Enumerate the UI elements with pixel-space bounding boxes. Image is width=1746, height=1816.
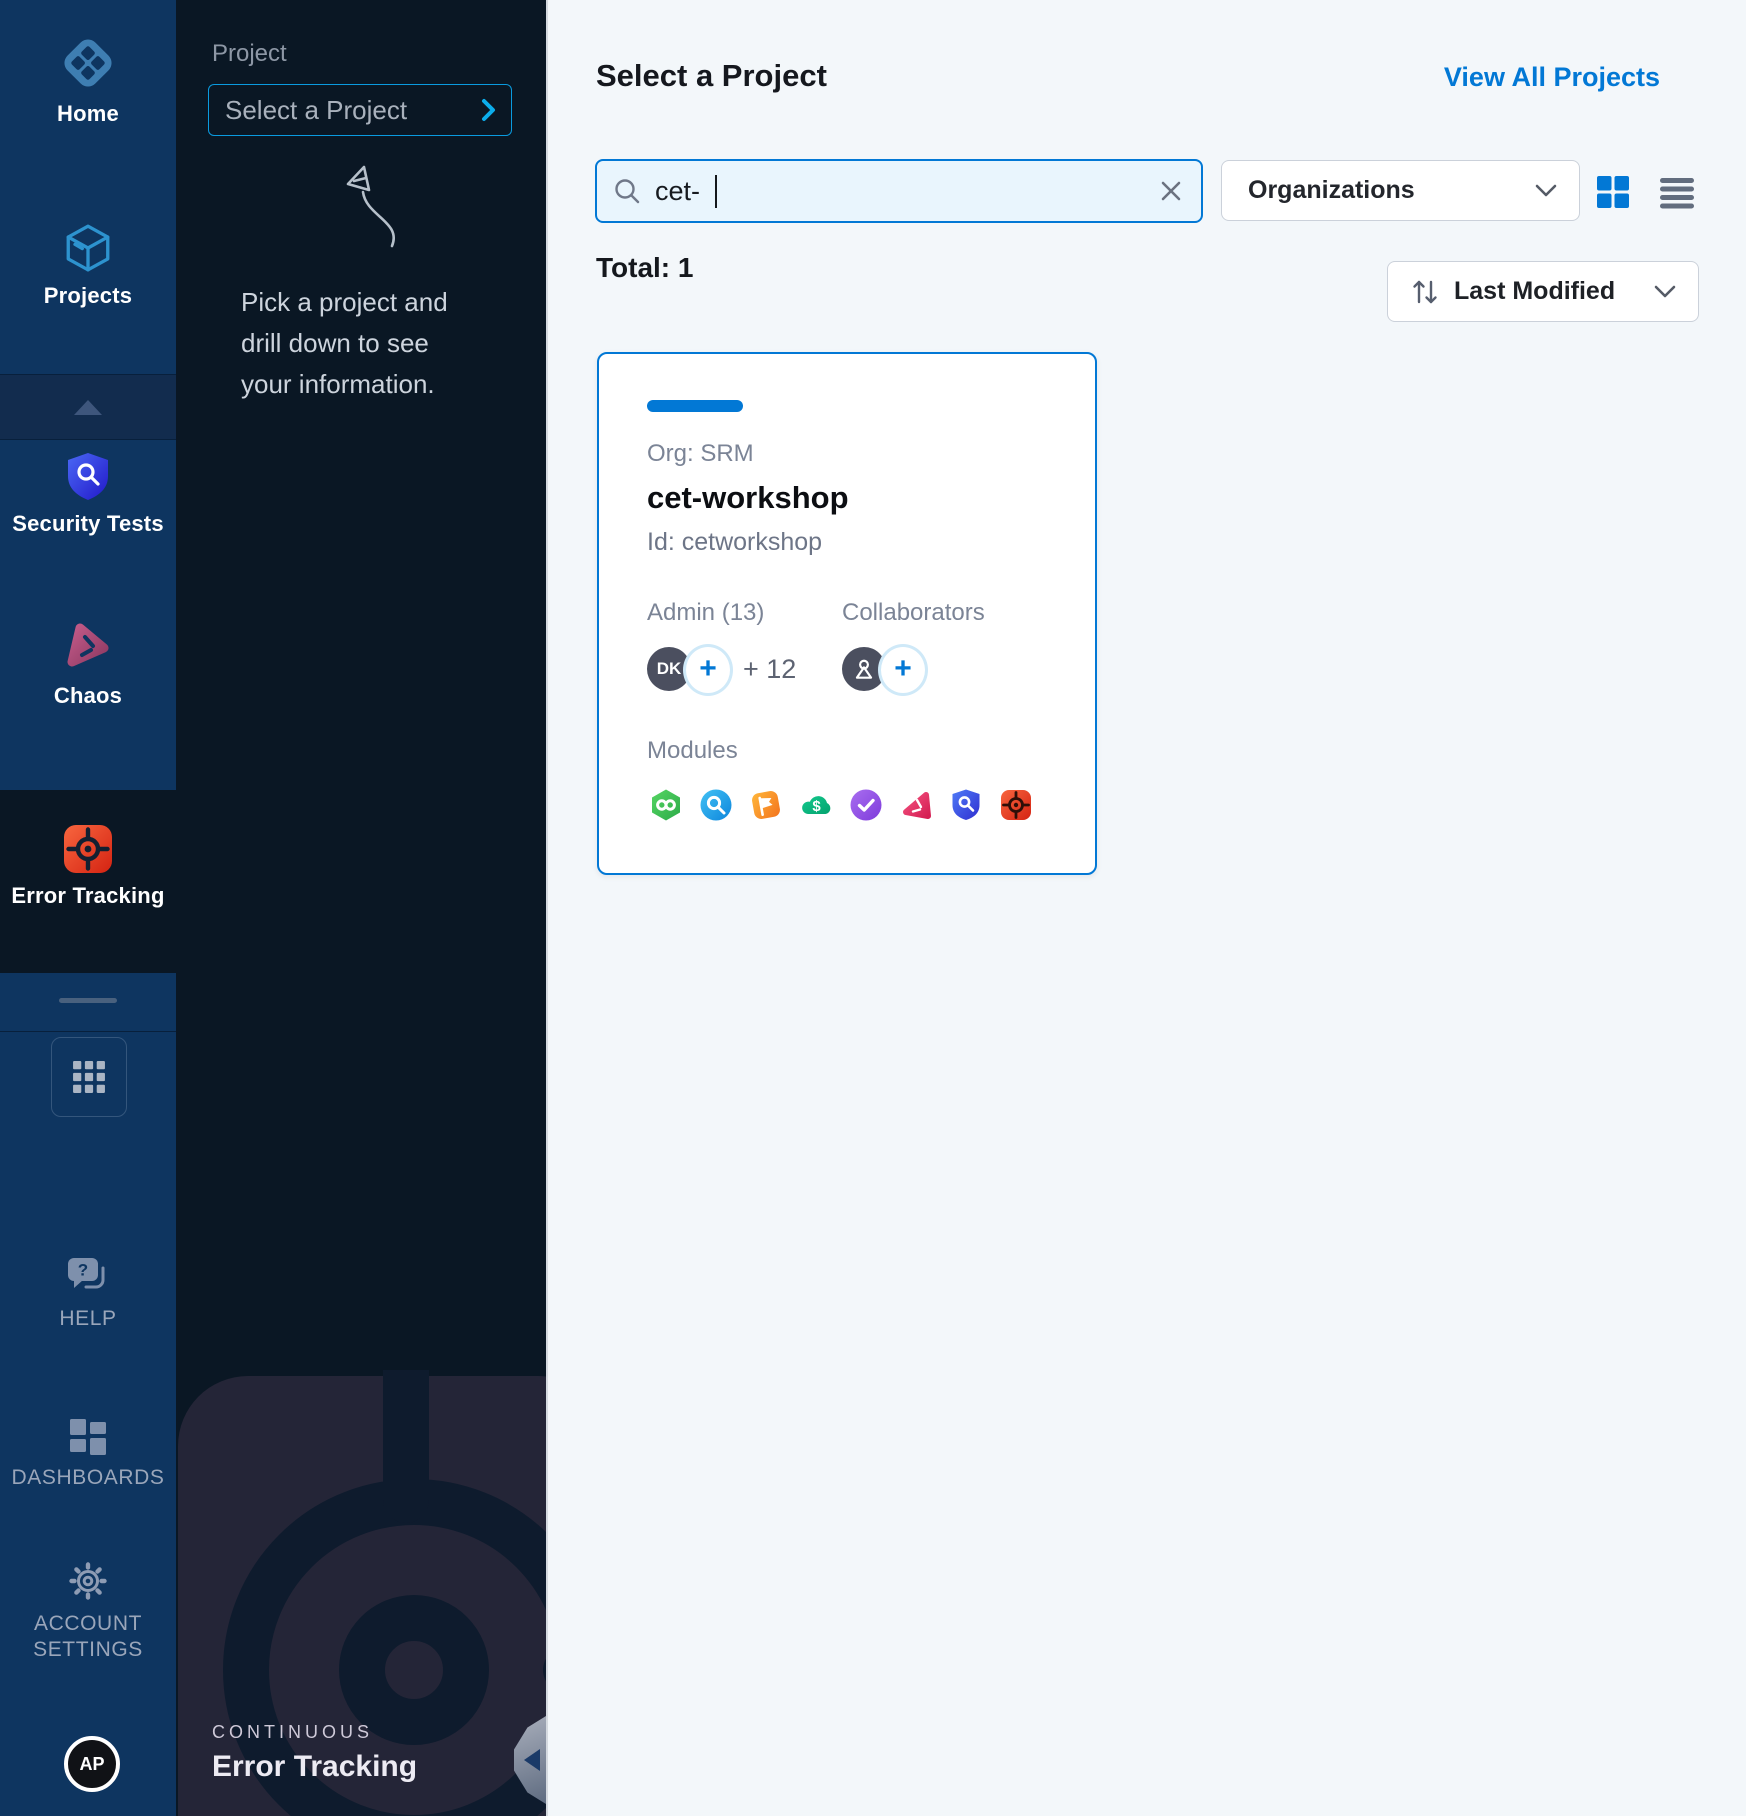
- search-icon: [613, 177, 641, 205]
- sidebar-item-dashboards[interactable]: DASHBOARDS: [0, 1418, 176, 1491]
- clear-search-icon[interactable]: [1159, 179, 1183, 203]
- sidebar-item-label: ACCOUNT SETTINGS: [33, 1611, 143, 1663]
- dashboards-tiles-icon: [69, 1418, 107, 1456]
- project-panel-label: Project: [212, 40, 287, 68]
- collaborators-label: Collaborators: [842, 599, 985, 627]
- sidebar-item-account-settings[interactable]: ACCOUNT SETTINGS: [0, 1560, 176, 1663]
- sidebar-item-home[interactable]: Home: [0, 34, 176, 127]
- select-a-project-dropdown[interactable]: Select a Project: [208, 84, 512, 136]
- sidebar-item-label: HELP: [59, 1306, 116, 1332]
- sidebar-item-help[interactable]: ? HELP: [0, 1255, 176, 1332]
- sidebar-item-label: Error Tracking: [11, 883, 164, 909]
- sidebar-item-label: Home: [57, 101, 119, 127]
- user-avatar[interactable]: AP: [64, 1736, 120, 1792]
- select-a-project-value: Select a Project: [225, 95, 481, 126]
- hint-line: your information.: [241, 364, 501, 405]
- admin-more-count: + 12: [743, 654, 796, 685]
- sort-value: Last Modified: [1454, 277, 1654, 306]
- module-ci-icon: [649, 788, 683, 822]
- add-collaborator-button[interactable]: +: [878, 644, 928, 696]
- module-srm-icon: [849, 788, 883, 822]
- account-line-2: SETTINGS: [33, 1638, 143, 1661]
- module-security-tests-icon: [949, 788, 983, 822]
- chevron-left-icon: [524, 1749, 540, 1771]
- pick-project-hint: Pick a project and drill down to see you…: [241, 282, 501, 405]
- grid-view-button[interactable]: [1596, 175, 1630, 209]
- view-all-projects-link[interactable]: View All Projects: [1444, 62, 1660, 93]
- brand-kicker: CONTINUOUS: [212, 1722, 417, 1743]
- chevron-right-icon: [481, 98, 497, 122]
- sidebar-item-chaos[interactable]: Chaos: [0, 620, 176, 709]
- search-input[interactable]: [653, 175, 1159, 208]
- card-project-id: Id: cetworkshop: [647, 528, 822, 557]
- card-accent-bar: [647, 400, 743, 412]
- apps-grid-icon: [71, 1059, 107, 1095]
- chaos-icon: [60, 620, 116, 674]
- total-count: Total: 1: [596, 252, 693, 284]
- harness-home-icon: [59, 34, 117, 92]
- sidebar-item-label: Projects: [44, 283, 132, 309]
- sort-dropdown[interactable]: Last Modified: [1387, 261, 1699, 322]
- organizations-filter-dropdown[interactable]: Organizations: [1221, 160, 1580, 221]
- module-feature-flags-icon: [749, 788, 783, 822]
- module-chaos-icon: [899, 788, 933, 822]
- modules-row: $: [649, 788, 1033, 822]
- collapse-modules-button[interactable]: [0, 374, 176, 440]
- page-title: Select a Project: [596, 58, 827, 94]
- organizations-filter-value: Organizations: [1248, 176, 1535, 205]
- chevron-down-icon: [1654, 285, 1676, 299]
- card-project-name: cet-workshop: [647, 480, 849, 516]
- gear-icon: [67, 1560, 109, 1602]
- svg-text:$: $: [812, 798, 821, 815]
- add-admin-button[interactable]: +: [683, 644, 733, 696]
- account-line-1: ACCOUNT: [34, 1612, 142, 1635]
- app-window: Home Projects Security Tests: [0, 0, 1746, 1816]
- sidebar-item-label: Security Tests: [12, 511, 164, 537]
- module-cloud-costs-icon: $: [799, 788, 833, 822]
- avatars-row: DK + + 12 +: [599, 644, 1095, 694]
- card-org: Org: SRM: [647, 440, 754, 468]
- main-content: Select a Project View All Projects Organ…: [546, 0, 1746, 1816]
- svg-text:?: ?: [78, 1261, 88, 1280]
- chevron-up-icon: [74, 400, 102, 415]
- hint-line: drill down to see: [241, 323, 501, 364]
- sidebar-item-error-tracking[interactable]: Error Tracking: [0, 790, 176, 973]
- projects-cube-icon: [62, 222, 114, 274]
- rail-divider-line: [0, 1031, 176, 1032]
- project-search-box: [595, 159, 1203, 223]
- modules-label: Modules: [647, 737, 738, 765]
- brand-title: Error Tracking: [212, 1750, 417, 1784]
- project-selector-panel: Project Select a Project Pick a project …: [176, 0, 546, 1816]
- list-view-icon: [1660, 175, 1694, 209]
- rail-divider-dash: [59, 998, 117, 1003]
- person-icon: [851, 656, 877, 682]
- sort-arrows-icon: [1410, 276, 1440, 308]
- grid-view-icon: [1596, 175, 1630, 209]
- module-error-tracking-icon: [999, 788, 1033, 822]
- sidebar-item-security-tests[interactable]: Security Tests: [0, 450, 176, 537]
- error-tracking-item-content: Error Tracking: [0, 824, 176, 909]
- hint-line: Pick a project and: [241, 282, 501, 323]
- project-card[interactable]: Org: SRM cet-workshop Id: cetworkshop Ad…: [597, 352, 1097, 875]
- error-tracking-target-icon: [63, 824, 113, 874]
- security-tests-shield-icon: [61, 450, 115, 502]
- hand-drawn-arrow-graphic: [326, 150, 412, 259]
- help-chat-icon: ?: [65, 1255, 111, 1297]
- list-view-button[interactable]: [1660, 175, 1694, 209]
- chevron-down-icon: [1535, 184, 1557, 198]
- sidebar-item-projects[interactable]: Projects: [0, 222, 176, 309]
- sidebar-item-label: Chaos: [54, 683, 122, 709]
- admin-label: Admin (13): [647, 599, 764, 627]
- module-verification-icon: [699, 788, 733, 822]
- sidebar-item-label: DASHBOARDS: [11, 1465, 164, 1491]
- panel-branding: CONTINUOUS Error Tracking: [212, 1722, 417, 1784]
- module-nav-rail: Home Projects Security Tests: [0, 0, 176, 1816]
- text-cursor: [715, 175, 717, 208]
- module-selector-button[interactable]: [51, 1037, 127, 1117]
